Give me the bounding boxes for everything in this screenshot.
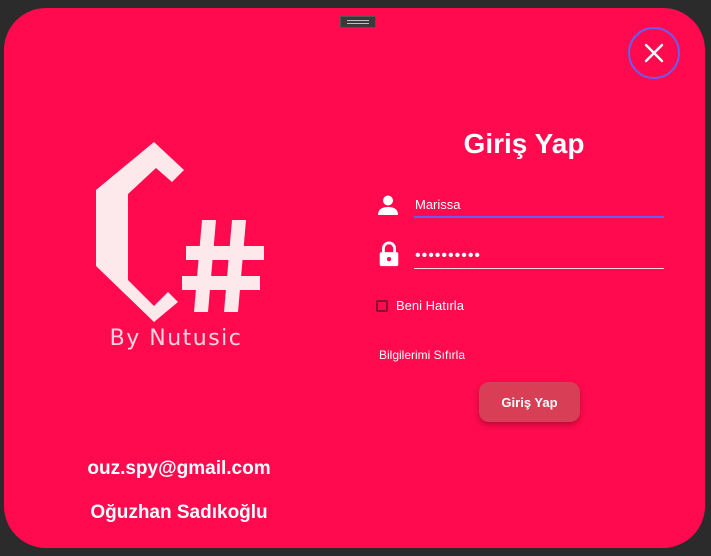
close-icon: [644, 43, 664, 63]
logo-caption: By Nutusic: [109, 326, 243, 351]
logo-c-shape: [96, 142, 184, 322]
login-button[interactable]: Giriş Yap: [479, 382, 580, 422]
username-input[interactable]: [414, 192, 664, 218]
close-button[interactable]: [628, 27, 680, 79]
reset-credentials-link[interactable]: Bilgilerimi Sıfırla: [379, 348, 465, 362]
contact-email: ouz.spy@gmail.com: [87, 458, 271, 479]
remember-me-checkbox[interactable]: Beni Hatırla: [376, 298, 464, 313]
drag-handle-icon[interactable]: [340, 16, 376, 28]
remember-me-label: Beni Hatırla: [396, 298, 464, 313]
login-window: By Nutusic ouz.spy@gmail.com Oğuzhan Sad…: [4, 8, 705, 548]
password-input[interactable]: [414, 243, 664, 269]
user-icon: [378, 195, 398, 215]
checkbox-box[interactable]: [376, 299, 388, 312]
csharp-logo: [96, 142, 264, 322]
logo-hash-shape: [182, 220, 264, 312]
contact-name: Oğuzhan Sadıkoğlu: [90, 502, 268, 523]
lock-icon: [379, 241, 399, 267]
form-title: Giriş Yap: [463, 128, 585, 159]
